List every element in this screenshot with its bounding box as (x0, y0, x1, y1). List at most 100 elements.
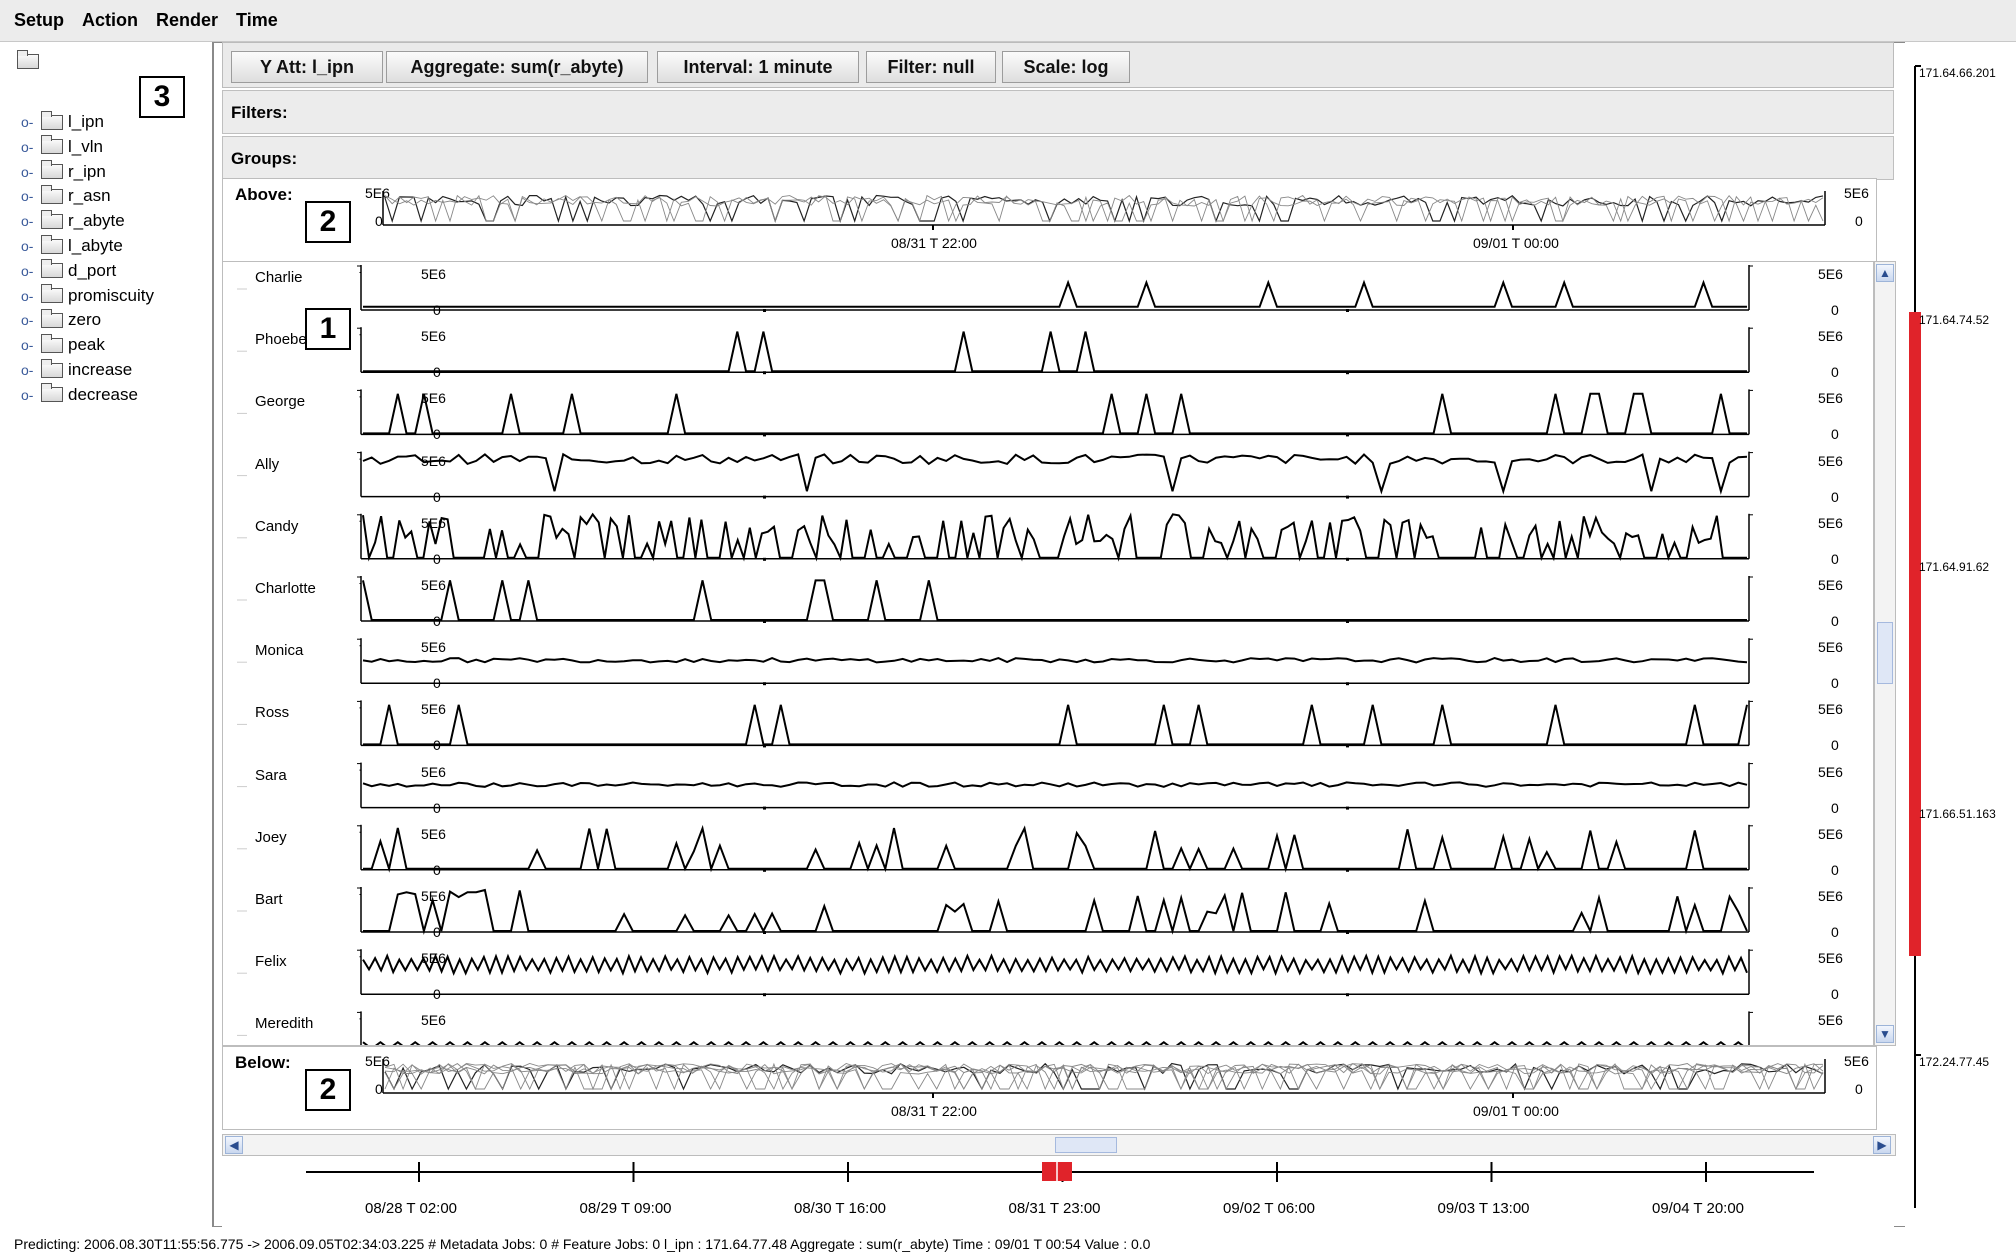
row-ytick-max: 5E6 (1818, 266, 1843, 282)
row-ytick-min: 0 (1831, 364, 1839, 381)
row-series-line (363, 279, 1747, 308)
hscroll-thumb[interactable] (1055, 1137, 1117, 1153)
folder-icon (41, 284, 63, 304)
scale-button[interactable]: Scale: log (1002, 51, 1130, 83)
row-name: Bart (255, 891, 283, 908)
tree-item[interactable]: o-r_ipn (21, 160, 106, 184)
row-name: Monica (255, 642, 304, 660)
row-ytick-min: 0 (1831, 488, 1839, 505)
tree-item[interactable]: o-l_vln (21, 135, 103, 159)
ip-axis-line[interactable] (1905, 42, 2016, 1227)
series-rows[interactable]: Charlie 5E6 0 5E6 0 Phoebe 5E6 0 5E6 0 George 5E6 0 5… (222, 261, 1874, 1046)
interval-button[interactable]: Interval: 1 minute (657, 51, 859, 83)
scroll-up-icon[interactable]: ▲ (1876, 264, 1894, 282)
tree-item[interactable]: o-r_asn (21, 184, 111, 208)
filter-button[interactable]: Filter: null (866, 51, 996, 83)
row-ytick-max: 5E6 (1818, 514, 1843, 531)
scroll-right-icon[interactable]: ▶ (1873, 1136, 1891, 1154)
tree-item[interactable]: o-decrease (21, 383, 138, 407)
row-name: Charlotte (255, 580, 316, 597)
tree-item[interactable]: o-l_abyte (21, 234, 123, 258)
expand-handle-icon[interactable]: o- (21, 387, 41, 403)
row-ytick-max: 5E6 (1818, 328, 1843, 345)
time-marker (763, 495, 766, 499)
time-marker (763, 993, 766, 997)
tree-item-label: l_vln (68, 136, 103, 156)
status-bar: Predicting: 2006.08.30T11:55:56.775 -> 2… (14, 1236, 1151, 1252)
folder-icon (41, 333, 63, 353)
row-series-line (362, 579, 1747, 621)
tree-item[interactable]: o-l_ipn (21, 110, 104, 134)
expand-handle-icon[interactable]: o- (21, 263, 41, 279)
menu-action[interactable]: Action (82, 10, 138, 31)
expand-handle-icon[interactable]: o- (21, 139, 41, 155)
row-series-line (363, 704, 1748, 746)
ip-axis-selection (1909, 312, 1921, 956)
scroll-left-icon[interactable]: ◀ (225, 1136, 243, 1154)
expand-handle-icon[interactable]: o- (21, 288, 41, 304)
tree-item-label: r_ipn (68, 161, 106, 181)
aggregate-button[interactable]: Aggregate: sum(r_abyte) (386, 51, 648, 83)
timeline-tick-label: 09/03 T 13:00 (1437, 1200, 1530, 1217)
ip-axis[interactable]: 171.64.66.201 171.64.74.52 171.64.91.62 171… (1905, 42, 2016, 1227)
row-ytick-max: 5E6 (1818, 950, 1843, 967)
expand-handle-icon[interactable]: o- (21, 188, 41, 204)
tree-item[interactable]: o-r_abyte (21, 209, 125, 233)
time-marker (763, 309, 766, 312)
y-att-button[interactable]: Y Att: l_ipn (231, 51, 383, 83)
menu-time[interactable]: Time (236, 10, 278, 31)
callout-3: 3 (139, 76, 185, 118)
row-ytick-max: 5E6 (421, 514, 446, 531)
timeline[interactable]: 08/28 T 02:00 08/29 T 09:00 08/30 T 16:00 0… (222, 1162, 1894, 1222)
timeline-tick-label: 08/28 T 02:00 (365, 1200, 458, 1217)
expand-handle-icon[interactable]: o- (21, 337, 41, 353)
timeline-axis[interactable] (222, 1162, 1894, 1202)
row-ytick-max: 5E6 (421, 639, 446, 656)
expand-handle-icon[interactable]: o- (21, 362, 41, 378)
row-name: Ross (255, 704, 290, 722)
row-ytick-min: 0 (1831, 986, 1839, 1003)
below-sparkline[interactable] (223, 1047, 1878, 1131)
folder-icon (41, 383, 63, 403)
expand-handle-icon[interactable]: o- (21, 213, 41, 229)
tree-item[interactable]: o-peak (21, 333, 105, 357)
above-time-2: 09/01 T 00:00 (1473, 235, 1559, 251)
menu-render[interactable]: Render (156, 10, 218, 31)
row-ytick-min: 0 (433, 675, 441, 692)
groups-strip[interactable]: Groups: (222, 136, 1894, 180)
row-ytick-min: 0 (433, 488, 441, 505)
expand-handle-icon[interactable]: o- (21, 164, 41, 180)
row-ytick-max: 5E6 (421, 1012, 446, 1029)
row-ytick-min: 0 (1831, 924, 1839, 940)
tree-item[interactable]: o-promiscuity (21, 284, 154, 308)
tree-item[interactable]: o-zero (21, 308, 101, 332)
filters-strip[interactable]: Filters: (222, 90, 1894, 134)
time-marker (1346, 806, 1349, 810)
time-marker (763, 806, 766, 810)
row-ytick-min: 0 (1831, 675, 1839, 692)
expand-handle-icon[interactable]: o- (21, 238, 41, 254)
row-name: Felix (255, 953, 287, 971)
menu-setup[interactable]: Setup (14, 10, 64, 31)
above-sparkline[interactable] (223, 179, 1878, 263)
expand-handle-icon[interactable]: o- (21, 114, 41, 130)
row-ytick-max: 5E6 (421, 390, 446, 407)
row-ytick-max: 5E6 (1818, 577, 1843, 593)
row-ytick-min: 0 (433, 986, 441, 1003)
row-ytick-min: 0 (1831, 550, 1839, 567)
vertical-scrollbar[interactable]: ▲ ▼ (1874, 261, 1896, 1046)
row-ytick-min: 0 (433, 613, 441, 629)
row-ytick-max: 5E6 (1818, 452, 1843, 469)
scroll-thumb[interactable] (1877, 622, 1893, 684)
tree-item-label: l_ipn (68, 112, 104, 131)
row-series-line (363, 331, 1747, 373)
tree-item[interactable]: o-increase (21, 358, 132, 382)
horizontal-scrollbar[interactable]: ◀ ▶ (222, 1134, 1896, 1156)
tree-item-label: promiscuity (68, 285, 154, 305)
rows-canvas[interactable] (223, 262, 1874, 1046)
expand-handle-icon[interactable]: o- (21, 312, 41, 328)
tree-root-folder-icon[interactable] (17, 50, 44, 75)
tree-item[interactable]: o-d_port (21, 259, 116, 283)
folder-icon (17, 50, 39, 69)
scroll-down-icon[interactable]: ▼ (1876, 1025, 1894, 1043)
